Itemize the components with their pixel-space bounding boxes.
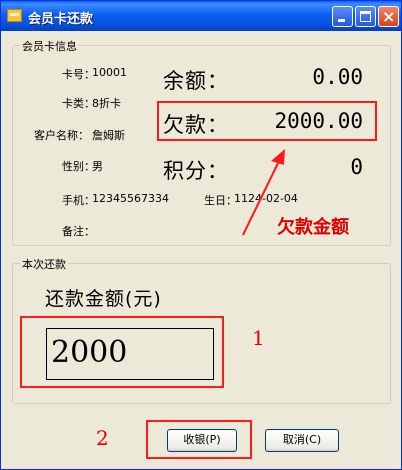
card-type-value: 8折卡 bbox=[92, 97, 121, 110]
card-type-label: 卡类： bbox=[62, 97, 95, 110]
cancel-button[interactable]: 取消(C) bbox=[265, 429, 339, 452]
minimize-icon bbox=[338, 19, 345, 22]
step-1-marker: 1 bbox=[252, 326, 265, 350]
maximize-icon bbox=[360, 11, 371, 22]
customer-label: 客户名称： bbox=[34, 129, 89, 142]
balance-value: 0.00 bbox=[312, 65, 363, 89]
points-label: 积分： bbox=[163, 159, 229, 183]
maximize-button[interactable] bbox=[355, 6, 376, 27]
repayment-legend: 本次还款 bbox=[20, 256, 68, 272]
gender-label: 性别： bbox=[62, 160, 95, 173]
minimize-button[interactable] bbox=[332, 6, 353, 27]
app-icon bbox=[7, 9, 22, 22]
card-info-legend: 会员卡信息 bbox=[20, 38, 79, 54]
window-title: 会员卡还款 bbox=[28, 12, 94, 27]
amount-highlight-box bbox=[20, 316, 224, 388]
phone-label: 手机： bbox=[62, 194, 95, 207]
close-button[interactable]: × bbox=[378, 6, 399, 27]
repayment-amount-label: 还款金额(元) bbox=[45, 288, 162, 310]
repayment-window: 会员卡还款 × 会员卡信息 卡号： 10001 卡类： 8折卡 客户名称： 詹姆… bbox=[0, 0, 402, 470]
title-bar[interactable]: 会员卡还款 × bbox=[1, 1, 401, 31]
notes-label: 备注： bbox=[62, 225, 95, 238]
card-no-value: 10001 bbox=[92, 66, 127, 79]
card-no-label: 卡号： bbox=[62, 68, 95, 81]
customer-value: 詹姆斯 bbox=[92, 129, 125, 142]
debt-annotation-caption: 欠款金额 bbox=[277, 217, 349, 238]
debt-highlight-box bbox=[157, 101, 377, 141]
balance-label: 余额： bbox=[163, 69, 229, 93]
collect-highlight-box bbox=[146, 420, 252, 459]
points-value: 0 bbox=[350, 155, 363, 179]
gender-value: 男 bbox=[92, 160, 103, 173]
step-2-marker: 2 bbox=[96, 426, 109, 450]
close-icon: × bbox=[382, 7, 396, 26]
phone-value: 12345567334 bbox=[92, 192, 169, 205]
